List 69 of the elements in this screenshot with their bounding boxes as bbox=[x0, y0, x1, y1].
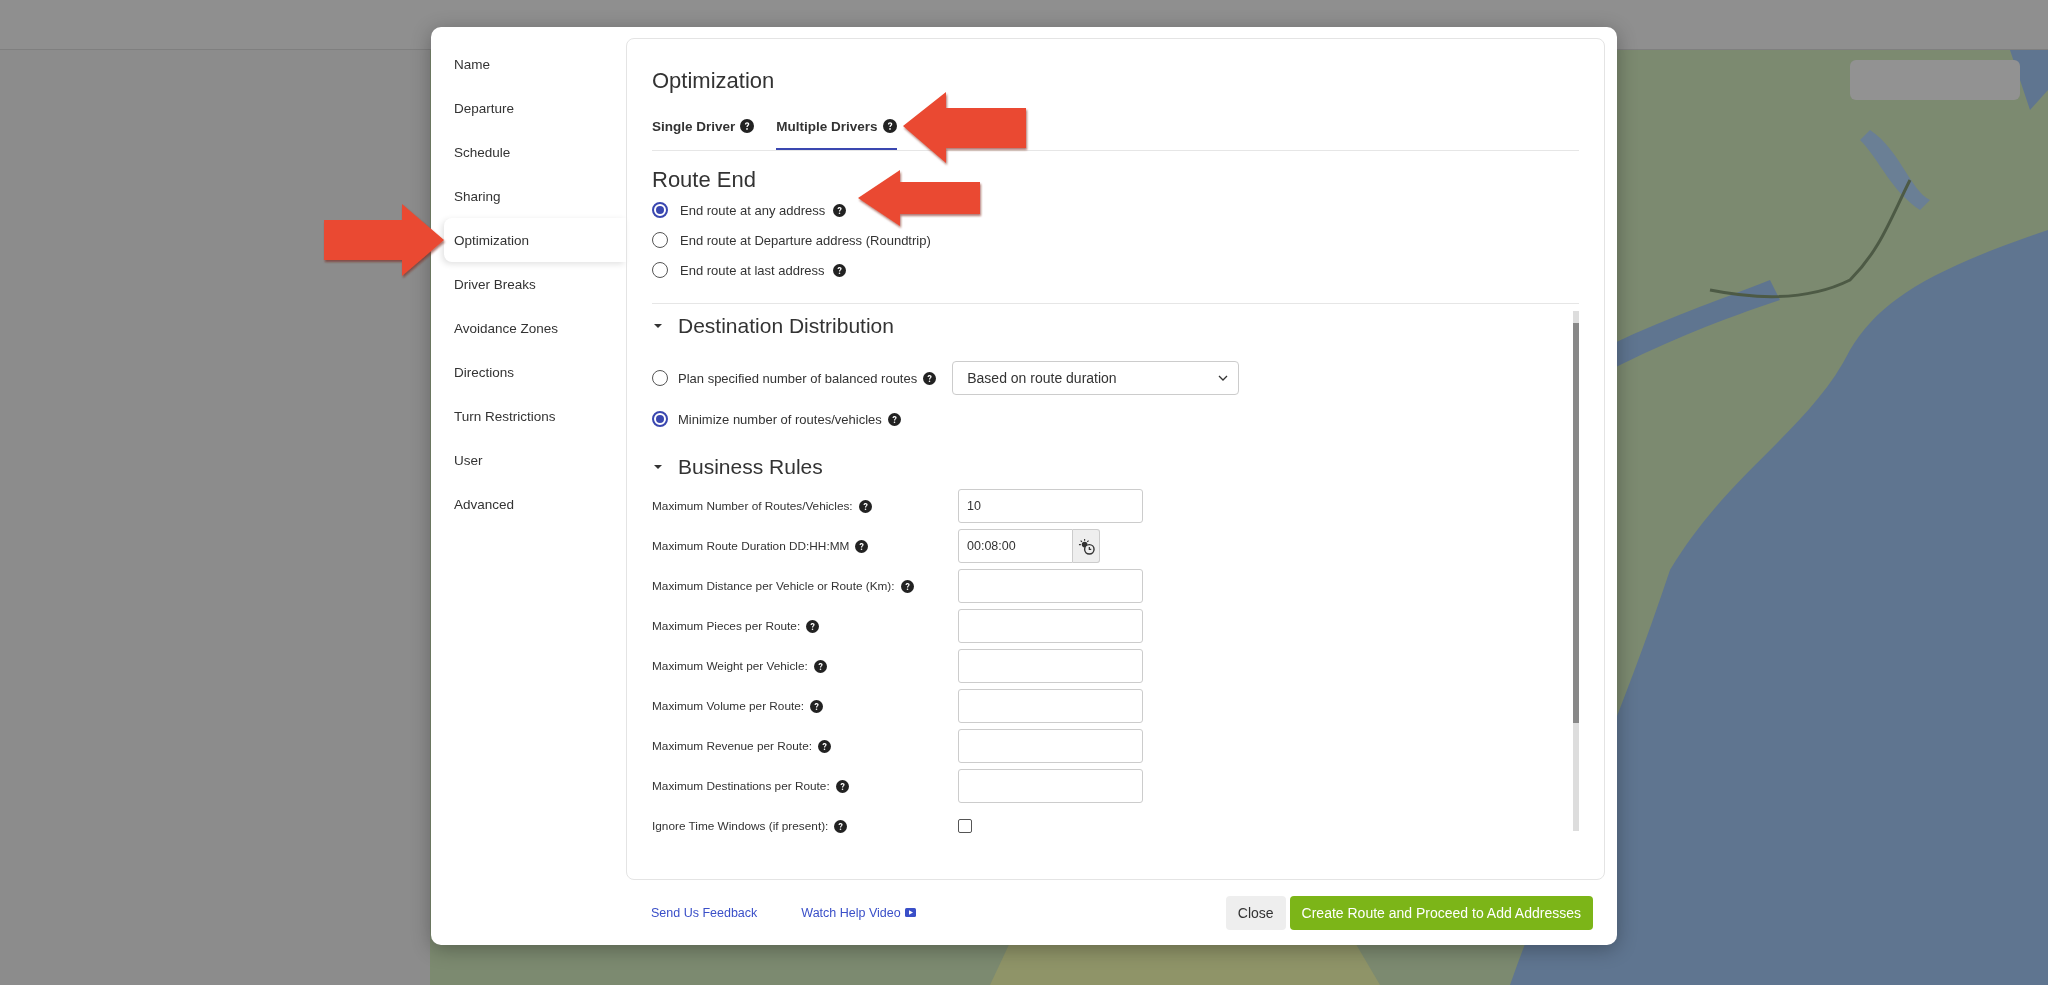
help-icon[interactable] bbox=[818, 739, 831, 753]
tab[interactable]: Single Driver bbox=[652, 104, 755, 150]
input-field[interactable]: 10 bbox=[958, 489, 1143, 523]
link[interactable]: Send Us Feedback bbox=[651, 905, 758, 920]
sidebar-item[interactable]: Avoidance Zones bbox=[431, 306, 626, 350]
play-icon bbox=[904, 908, 916, 917]
help-icon[interactable] bbox=[834, 819, 848, 833]
help-icon[interactable] bbox=[740, 119, 755, 133]
caret-icon[interactable] bbox=[654, 322, 662, 330]
close-button[interactable]: Close bbox=[1225, 895, 1286, 930]
input-field[interactable] bbox=[958, 729, 1143, 763]
field-label: Maximum Volume per Route: bbox=[652, 699, 805, 713]
input-field[interactable] bbox=[958, 569, 1143, 603]
time-picker-button[interactable] bbox=[1073, 529, 1100, 563]
help-icon[interactable] bbox=[858, 499, 872, 513]
radio-button[interactable] bbox=[652, 411, 668, 427]
tab[interactable]: Multiple Drivers bbox=[776, 104, 897, 150]
help-icon[interactable] bbox=[900, 579, 914, 593]
field-label: Maximum Revenue per Route: bbox=[652, 739, 812, 753]
input-field[interactable] bbox=[958, 769, 1143, 803]
sidebar-item[interactable]: Schedule bbox=[431, 130, 626, 174]
sidebar-item[interactable]: Turn Restrictions bbox=[431, 394, 626, 438]
help-icon[interactable] bbox=[832, 263, 846, 277]
help-icon[interactable] bbox=[882, 119, 897, 133]
section-heading: Route End bbox=[652, 166, 757, 194]
link[interactable]: Watch Help Video bbox=[801, 905, 916, 920]
sun-clock-icon bbox=[1077, 537, 1095, 555]
help-icon[interactable] bbox=[833, 203, 847, 217]
help-icon[interactable] bbox=[887, 412, 901, 426]
panel-title: Optimization bbox=[652, 67, 776, 95]
field-label: Maximum Route Duration DD:HH:MM bbox=[652, 539, 850, 553]
input-field[interactable] bbox=[958, 689, 1143, 723]
field-label: Maximum Destinations per Route: bbox=[652, 779, 830, 793]
sidebar-item[interactable]: Directions bbox=[431, 350, 626, 394]
field-label: Ignore Time Windows (if present): bbox=[652, 819, 829, 833]
option-label: End route at Departure address (Roundtrip) bbox=[680, 232, 931, 248]
sidebar-item[interactable]: Sharing bbox=[431, 174, 626, 218]
field-label: Maximum Pieces per Route: bbox=[652, 619, 801, 633]
input-field[interactable] bbox=[958, 649, 1143, 683]
radio-button[interactable] bbox=[652, 202, 668, 218]
chevron-icon bbox=[1218, 375, 1229, 381]
field-label: Maximum Weight per Vehicle: bbox=[652, 659, 808, 673]
section-heading: Business Rules bbox=[678, 455, 823, 479]
option-label: Minimize number of routes/vehicles bbox=[678, 411, 882, 427]
help-icon[interactable] bbox=[923, 371, 937, 385]
dropdown[interactable]: Based on route duration bbox=[952, 361, 1240, 395]
checkbox[interactable] bbox=[958, 819, 972, 833]
field-label: Maximum Number of Routes/Vehicles: bbox=[652, 499, 853, 513]
scrollbar-thumb[interactable] bbox=[1573, 323, 1579, 723]
scrollbar[interactable] bbox=[1573, 311, 1579, 831]
help-icon[interactable] bbox=[835, 779, 849, 793]
section-heading: Destination Distribution bbox=[678, 314, 894, 338]
field-label: Maximum Distance per Vehicle or Route (Km): bbox=[652, 579, 895, 593]
option-label: End route at any address bbox=[680, 202, 826, 218]
help-icon[interactable] bbox=[806, 619, 820, 633]
help-icon[interactable] bbox=[855, 539, 869, 553]
sidebar-item[interactable]: Driver Breaks bbox=[431, 262, 626, 306]
option-label: End route at last address bbox=[680, 262, 825, 278]
help-icon[interactable] bbox=[813, 659, 827, 673]
sidebar-item[interactable]: Optimization bbox=[444, 218, 626, 262]
sidebar-item[interactable]: User bbox=[431, 438, 626, 482]
sidebar-item[interactable]: Advanced bbox=[431, 482, 626, 526]
input-field[interactable]: 00:08:00 bbox=[958, 529, 1073, 563]
help-icon[interactable] bbox=[810, 699, 824, 713]
sidebar-item[interactable]: Name bbox=[431, 42, 626, 86]
input-field[interactable] bbox=[958, 609, 1143, 643]
caret-icon[interactable] bbox=[654, 463, 662, 471]
sidebar-item[interactable]: Departure bbox=[431, 86, 626, 130]
option-label: Plan specified number of balanced routes bbox=[678, 370, 918, 386]
